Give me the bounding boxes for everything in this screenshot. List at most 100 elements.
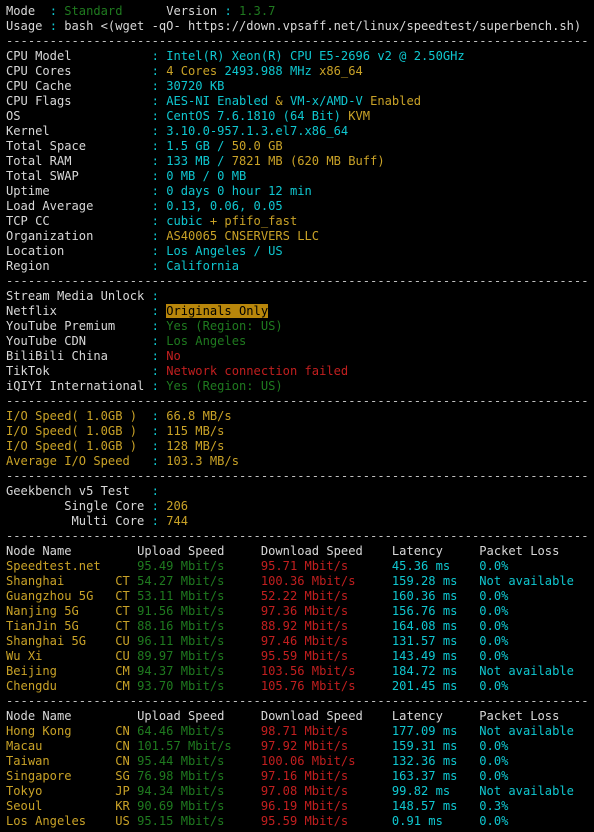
system-label: Region <box>6 259 152 273</box>
system-info-row: Region : California <box>6 259 594 274</box>
colon-sep: : <box>151 349 167 363</box>
io-value: 103.3 MB/s <box>166 454 239 468</box>
colon-sep: : <box>151 244 167 258</box>
io-value: 128 MB/s <box>166 439 225 453</box>
stream-label: TikTok <box>6 364 152 378</box>
io-label: Average I/O Speed <box>6 454 152 468</box>
node-name: Wu Xi <box>6 649 108 663</box>
download-speed: 100.06 Mbit/s <box>260 754 392 768</box>
latency: 156.76 ms <box>391 604 480 618</box>
version-value: 1.3.7 <box>239 4 276 18</box>
latency: 99.82 ms <box>391 784 480 798</box>
speedtest-row: Nanjing 5G CT 91.56 Mbit/s 97.36 Mbit/s … <box>6 604 594 619</box>
speedtest-row: Shanghai 5G CU 96.11 Mbit/s 97.46 Mbit/s… <box>6 634 594 649</box>
node-isp <box>108 559 137 573</box>
separator: ----------------------------------------… <box>6 394 589 408</box>
speedtest-intl-header-row: Node Name Upload Speed Download Speed La… <box>6 709 594 724</box>
stream-label: iQIYI International <box>6 379 152 393</box>
upload-speed: 95.44 Mbit/s <box>137 754 261 768</box>
colon-sep: : <box>151 109 167 123</box>
system-info-row: Kernel : 3.10.0-957.1.3.el7.x86_64 <box>6 124 594 139</box>
geekbench-label: Multi Core <box>6 514 152 528</box>
packet-loss: Not available <box>479 574 574 588</box>
download-speed: 96.19 Mbit/s <box>260 799 392 813</box>
geekbench-row: Single Core : 206 <box>6 499 594 514</box>
node-isp: US <box>107 814 138 828</box>
colon-sep: : <box>151 139 167 153</box>
colon-sep: : <box>151 424 167 438</box>
upload-speed: 94.37 Mbit/s <box>137 664 261 678</box>
geekbench-value: 744 <box>166 514 189 528</box>
system-value-segment: 0.13, 0.06, 0.05 <box>166 199 283 213</box>
colon-sep: : <box>151 304 167 318</box>
system-value-segment: (620 MB Buff) <box>289 154 385 168</box>
system-info-row: Load Average : 0.13, 0.06, 0.05 <box>6 199 594 214</box>
colon-sep: : <box>151 169 167 183</box>
upload-speed: 96.11 Mbit/s <box>137 634 261 648</box>
stream-row: YouTube CDN : Los Angeles <box>6 334 594 349</box>
system-value-segment: 50.0 GB <box>231 139 283 153</box>
colon-sep: : <box>151 439 167 453</box>
download-speed: 105.76 Mbit/s <box>260 679 392 693</box>
packet-loss: 0.0% <box>479 769 509 783</box>
system-label: CPU Cores <box>6 64 152 78</box>
download-speed: 95.59 Mbit/s <box>260 814 392 828</box>
stream-label: YouTube Premium <box>6 319 152 333</box>
packet-loss: 0.0% <box>479 739 509 753</box>
system-label: OS <box>6 109 152 123</box>
io-label: I/O Speed( 1.0GB ) <box>6 409 152 423</box>
node-isp: CT <box>107 619 138 633</box>
separator: ----------------------------------------… <box>6 694 589 708</box>
separator-line-2: ----------------------------------------… <box>6 274 594 289</box>
io-label: I/O Speed( 1.0GB ) <box>6 424 152 438</box>
latency: 143.49 ms <box>391 649 480 663</box>
node-name: Shanghai 5G <box>6 634 108 648</box>
colon-sep: : <box>151 184 167 198</box>
separator: ----------------------------------------… <box>6 469 589 483</box>
upload-speed: 90.69 Mbit/s <box>137 799 261 813</box>
col-header-latency: Latency <box>391 709 480 723</box>
node-isp: CM <box>107 679 138 693</box>
node-name: TianJin 5G <box>6 619 108 633</box>
separator-line-6: ----------------------------------------… <box>6 694 594 709</box>
colon-sep: : <box>49 4 65 18</box>
system-value-segment: 1.5 GB <box>166 139 218 153</box>
system-value-segment: California <box>166 259 239 273</box>
system-label: CPU Model <box>6 49 152 63</box>
packet-loss: 0.0% <box>479 604 509 618</box>
node-name: Shanghai <box>6 574 108 588</box>
system-value-segment: 0 MB / 0 MB <box>166 169 247 183</box>
system-label: Load Average <box>6 199 152 213</box>
system-value-segment: & <box>275 94 290 108</box>
latency: 164.08 ms <box>391 619 480 633</box>
geekbench-label: Single Core <box>6 499 152 513</box>
system-label: Total RAM <box>6 154 152 168</box>
node-isp: CN <box>107 754 138 768</box>
node-name: Los Angeles <box>6 814 108 828</box>
colon-sep: : <box>151 514 167 528</box>
io-value: 66.8 MB/s <box>166 409 232 423</box>
colon-sep: : <box>151 94 167 108</box>
stream-row: TikTok : Network connection failed <box>6 364 594 379</box>
colon-sep: : <box>49 19 65 33</box>
download-speed: 100.36 Mbit/s <box>260 574 392 588</box>
colon-sep: : <box>151 334 167 348</box>
download-speed: 88.92 Mbit/s <box>260 619 392 633</box>
speedtest-row: Shanghai CT 54.27 Mbit/s 100.36 Mbit/s 1… <box>6 574 594 589</box>
node-name: Seoul <box>6 799 108 813</box>
node-name: Guangzhou 5G <box>6 589 108 603</box>
system-label: Location <box>6 244 152 258</box>
system-label: Organization <box>6 229 152 243</box>
separator: ----------------------------------------… <box>6 34 589 48</box>
node-isp: KR <box>107 799 138 813</box>
system-value-segment: / <box>217 154 232 168</box>
colon-sep: : <box>151 484 159 498</box>
colon-sep: : <box>151 124 167 138</box>
latency: 45.36 ms <box>391 559 480 573</box>
speedtest-row: TianJin 5G CT 88.16 Mbit/s 88.92 Mbit/s … <box>6 619 594 634</box>
geekbench-title-label: Geekbench v5 Test <box>6 484 152 498</box>
io-value: 115 MB/s <box>166 424 225 438</box>
colon-sep: : <box>224 4 239 18</box>
latency: 159.28 ms <box>391 574 480 588</box>
system-info-row: OS : CentOS 7.6.1810 (64 Bit) KVM <box>6 109 594 124</box>
